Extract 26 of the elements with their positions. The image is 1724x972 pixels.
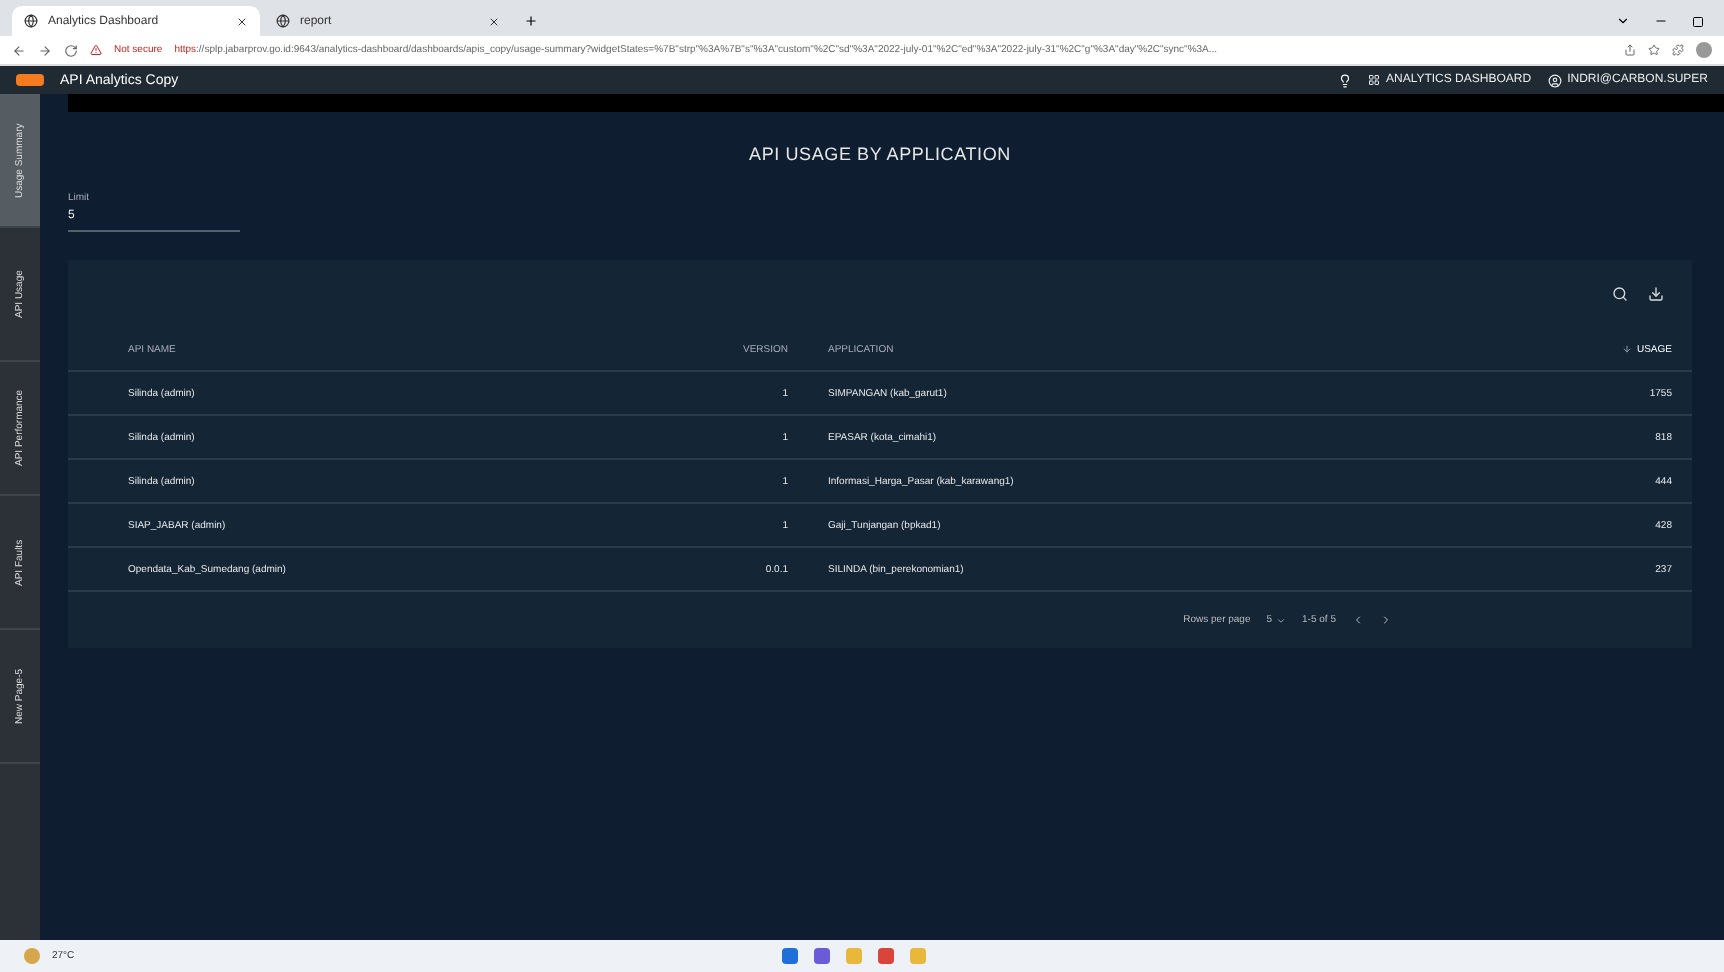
caret-icon (1276, 615, 1287, 625)
new-tab-icon[interactable] (524, 14, 538, 28)
search-icon[interactable] (1612, 286, 1628, 302)
logo-icon (16, 74, 44, 86)
close-icon[interactable] (488, 15, 500, 27)
warning-icon (90, 44, 102, 56)
back-icon[interactable] (12, 43, 26, 57)
puzzle-icon[interactable] (1672, 44, 1684, 56)
close-icon[interactable] (236, 15, 248, 27)
globe-icon (276, 14, 290, 28)
avatar-icon[interactable] (1696, 42, 1712, 58)
grid-icon (1367, 74, 1380, 86)
lightbulb-icon[interactable] (1337, 73, 1352, 87)
globe-icon (24, 14, 38, 28)
minimize-icon[interactable] (1654, 14, 1668, 28)
widget-title: API USAGE BY APPLICATION (747, 144, 1013, 164)
reload-icon[interactable] (64, 43, 78, 57)
share-icon[interactable] (1624, 44, 1636, 56)
chevron-down-icon[interactable] (1616, 14, 1630, 28)
download-icon[interactable] (1648, 286, 1664, 302)
forward-icon[interactable] (38, 43, 52, 57)
user-icon (1547, 73, 1562, 87)
next-page-icon[interactable] (1380, 614, 1392, 626)
maximize-icon[interactable] (1692, 16, 1704, 28)
star-icon[interactable] (1648, 44, 1660, 56)
previous-page-icon[interactable] (1352, 614, 1364, 626)
